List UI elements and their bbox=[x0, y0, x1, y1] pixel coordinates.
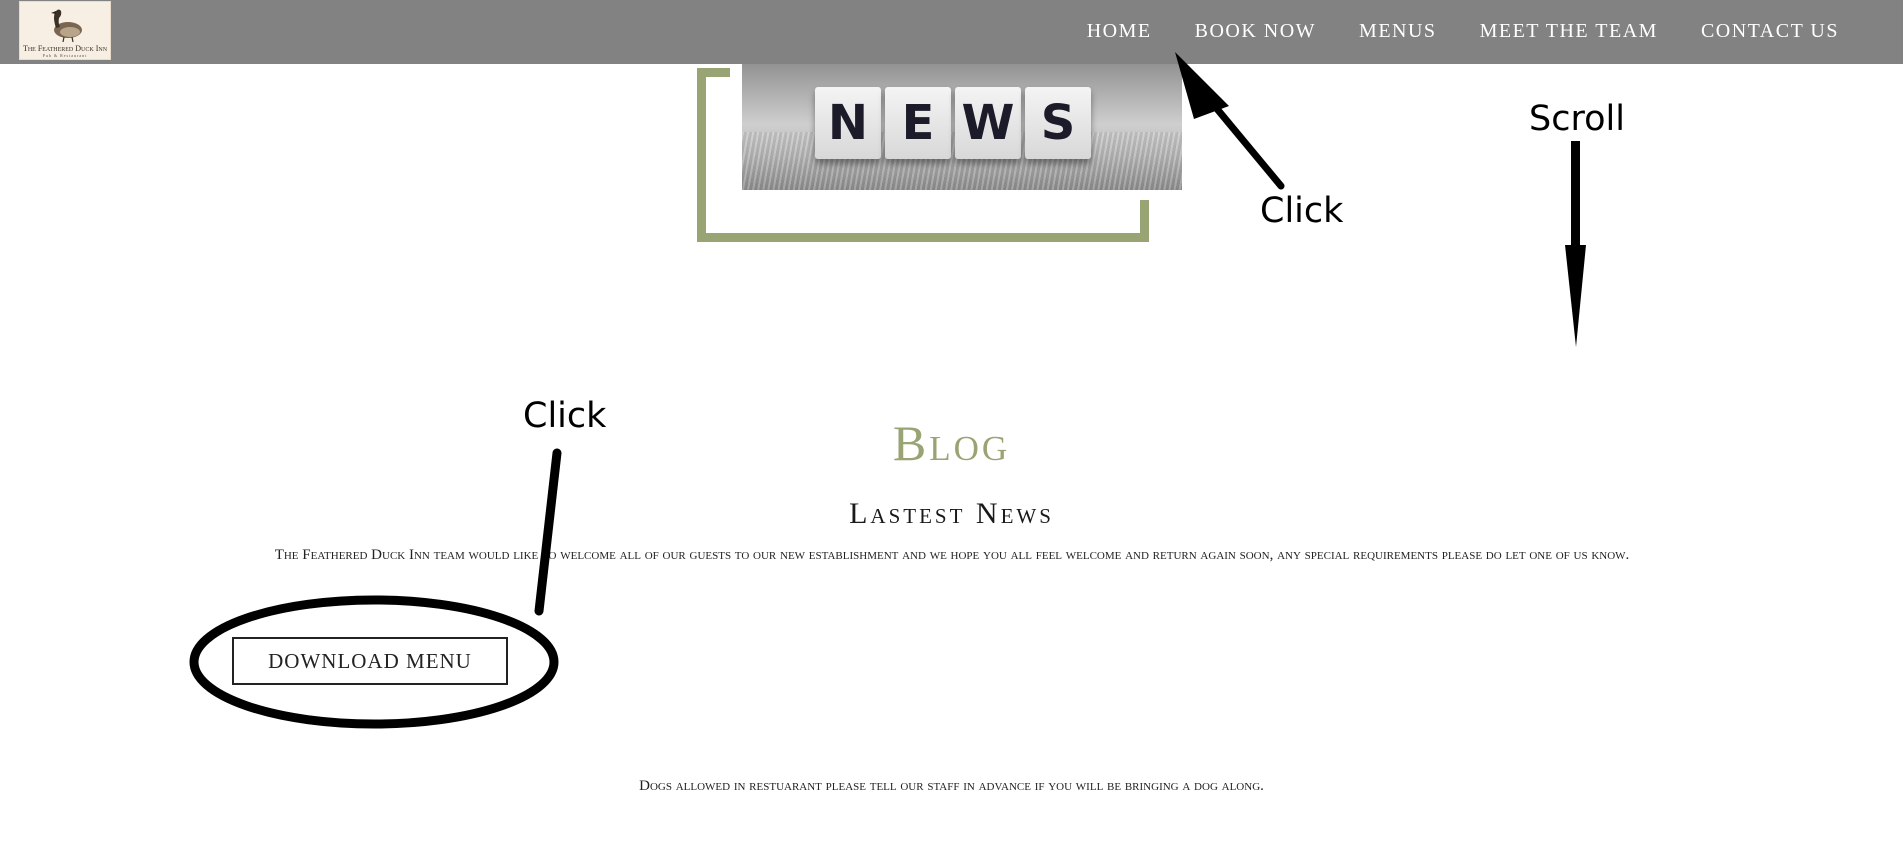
nav-meet-the-team[interactable]: MEET THE TEAM bbox=[1480, 17, 1658, 45]
annotation-click-home: Click bbox=[1260, 191, 1344, 231]
arrow-to-home-icon bbox=[1175, 52, 1285, 190]
dogs-note: Dogs allowed in restuarant please tell o… bbox=[639, 778, 1264, 794]
decorative-frame-right bbox=[1140, 200, 1149, 242]
scroll-down-arrow-icon bbox=[1565, 141, 1586, 347]
decorative-frame-left bbox=[697, 68, 730, 242]
page-title: Blog bbox=[892, 415, 1011, 471]
pointer-to-download-icon bbox=[534, 448, 562, 616]
decorative-frame-bottom bbox=[697, 233, 1148, 242]
letter-tile: E bbox=[885, 87, 951, 159]
letter-tiles: N E W S bbox=[815, 87, 1091, 159]
annotation-click-download: Click bbox=[523, 396, 607, 436]
letter-tile: W bbox=[955, 87, 1021, 159]
welcome-paragraph: The Feathered Duck Inn team would like t… bbox=[274, 547, 1630, 563]
nav-menus[interactable]: MENUS bbox=[1359, 17, 1437, 45]
site-logo[interactable]: The Feathered Duck Inn Pub & Restaurant bbox=[19, 1, 111, 60]
letter-tile: S bbox=[1025, 87, 1091, 159]
duck-logo-icon bbox=[51, 9, 82, 43]
letter-tile: N bbox=[815, 87, 881, 159]
annotation-scroll: Scroll bbox=[1529, 99, 1625, 139]
nav-home[interactable]: HOME bbox=[1087, 17, 1152, 45]
nav-contact-us[interactable]: CONTACT US bbox=[1701, 17, 1839, 45]
download-menu-button[interactable]: DOWNLOAD MENU bbox=[232, 637, 508, 685]
nav-book-now[interactable]: BOOK NOW bbox=[1195, 17, 1316, 45]
top-navigation-bar: The Feathered Duck Inn Pub & Restaurant … bbox=[0, 0, 1903, 64]
main-nav: HOME BOOK NOW MENUS MEET THE TEAM CONTAC… bbox=[1087, 17, 1839, 45]
logo-text: The Feathered Duck Inn bbox=[22, 44, 108, 53]
section-subtitle: Lastest News bbox=[849, 497, 1054, 530]
logo-tagline: Pub & Restaurant bbox=[42, 53, 88, 58]
